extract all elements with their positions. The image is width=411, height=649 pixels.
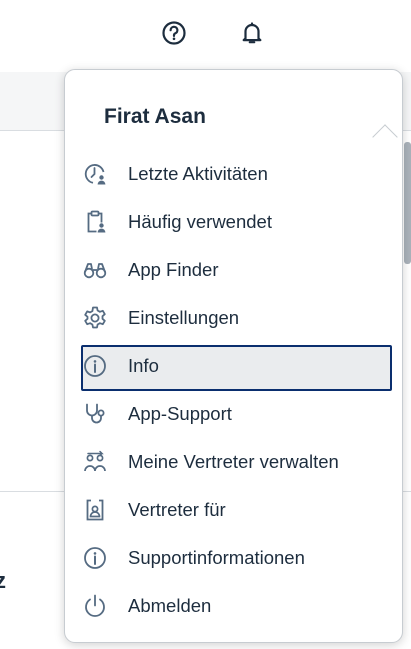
- notifications-button[interactable]: [230, 11, 274, 55]
- help-circle-icon: [161, 20, 187, 46]
- menu-item-settings[interactable]: Einstellungen: [65, 294, 402, 342]
- menu-item-label: App Finder: [128, 259, 219, 280]
- shell-bar: [0, 0, 411, 72]
- menu-item-label: Häufig verwendet: [128, 211, 272, 232]
- menu-item-label: App-Support: [128, 403, 232, 424]
- background-partial-text: z: [0, 568, 6, 593]
- help-button[interactable]: [152, 11, 196, 55]
- menu-item-recent-activities[interactable]: Letzte Aktivitäten: [65, 150, 402, 198]
- bell-icon: [239, 20, 265, 46]
- user-menu-list: Letzte Aktivitäten Häufig verwendet App …: [65, 150, 402, 630]
- stethoscope-icon: [81, 400, 109, 428]
- menu-item-manage-substitutes[interactable]: Meine Vertreter verwalten: [65, 438, 402, 486]
- menu-item-label: Abmelden: [128, 595, 212, 616]
- menu-item-frequently-used[interactable]: Häufig verwendet: [65, 198, 402, 246]
- info-icon: [81, 352, 109, 380]
- popover-arrow: [372, 124, 398, 150]
- background-scrollbar[interactable]: [404, 142, 411, 264]
- binoculars-icon: [81, 256, 109, 284]
- user-menu-popover: Firat Asan Letzte Aktivitäten Häufig ver…: [64, 69, 403, 643]
- gear-icon: [81, 304, 109, 332]
- user-name: Firat Asan: [104, 105, 206, 128]
- person-card-icon: [81, 496, 109, 524]
- menu-item-label: Supportinformationen: [128, 547, 305, 568]
- menu-item-app-support[interactable]: App-Support: [65, 390, 402, 438]
- app-stage: z FA Firat Asan: [0, 0, 411, 649]
- menu-item-label: Letzte Aktivitäten: [128, 163, 268, 184]
- menu-item-substitute-for[interactable]: Vertreter für: [65, 486, 402, 534]
- frequently-used-icon: [81, 208, 109, 236]
- menu-item-support-information[interactable]: Supportinformationen: [65, 534, 402, 582]
- menu-item-label: Einstellungen: [128, 307, 240, 328]
- recent-activity-icon: [81, 160, 109, 188]
- menu-item-label: Vertreter für: [128, 499, 226, 520]
- substitutes-icon: [81, 448, 109, 476]
- menu-item-label: Info: [128, 355, 159, 376]
- info-icon: [81, 544, 109, 572]
- menu-item-info[interactable]: Info: [65, 342, 402, 391]
- menu-item-label: Meine Vertreter verwalten: [128, 451, 339, 472]
- menu-item-sign-out[interactable]: Abmelden: [65, 582, 402, 630]
- power-icon: [81, 592, 109, 620]
- menu-item-app-finder[interactable]: App Finder: [65, 246, 402, 294]
